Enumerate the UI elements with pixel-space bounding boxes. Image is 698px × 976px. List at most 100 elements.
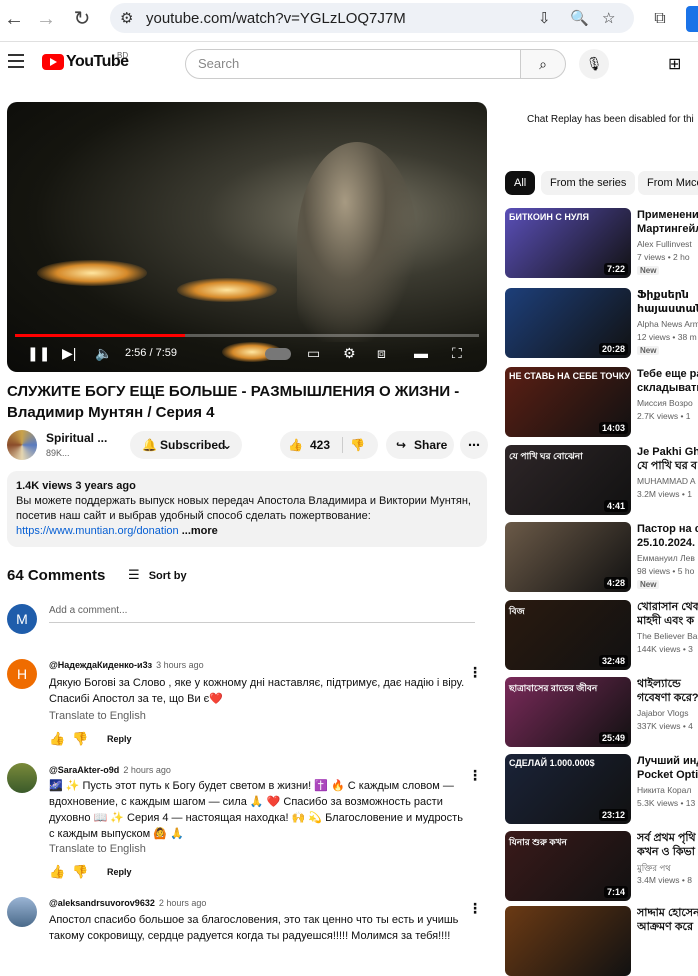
recommendation-item[interactable]: যে পাখি ঘর বোঝেনা 4:41 Je Pakhi Gho যে পাখি… bbox=[505, 445, 698, 515]
search-input[interactable]: Search bbox=[185, 49, 521, 79]
back-icon[interactable]: ← bbox=[2, 7, 26, 31]
comment-author[interactable]: @aleksandrsuvorov9632 2 hours ago bbox=[49, 898, 206, 908]
video-thumbnail[interactable]: যিনার শুরু কখন 7:14 bbox=[505, 831, 631, 901]
video-title[interactable]: Ֆիքսերն հայաստանի bbox=[637, 288, 698, 316]
video-thumbnail[interactable]: 20:28 bbox=[505, 288, 631, 358]
video-channel[interactable]: মুক্তির পথ bbox=[637, 862, 698, 876]
menu-icon[interactable] bbox=[8, 54, 24, 68]
theater-mode-icon[interactable]: ▬ bbox=[414, 345, 428, 361]
next-icon[interactable]: ▶| bbox=[62, 345, 76, 362]
subtitles-icon[interactable]: ▭ bbox=[307, 345, 320, 362]
create-icon[interactable]: ⊞ bbox=[668, 54, 681, 74]
site-info-icon[interactable]: ⚙ bbox=[120, 9, 133, 27]
address-bar[interactable]: ⚙ youtube.com/watch?v=YGLzLOQ7J7M ⇩ 🔍 ☆ bbox=[110, 3, 634, 33]
comment-more-icon[interactable]: ⋮ bbox=[468, 900, 482, 917]
reply-button[interactable]: Reply bbox=[107, 734, 132, 744]
share-button[interactable]: ↪ Share bbox=[386, 431, 454, 459]
dislike-icon[interactable]: 👎 bbox=[350, 431, 365, 459]
comment-author[interactable]: @НадеждаКиденко-и3з 3 hours ago bbox=[49, 660, 204, 670]
translate-link[interactable]: Translate to English bbox=[49, 843, 146, 855]
translate-link[interactable]: Translate to English bbox=[49, 710, 146, 722]
user-avatar[interactable]: M bbox=[7, 604, 37, 634]
add-comment-input[interactable]: Add a comment... bbox=[49, 605, 475, 623]
more-actions-button[interactable]: ⋯ bbox=[460, 431, 488, 459]
comment-avatar[interactable] bbox=[7, 763, 37, 793]
video-channel[interactable]: Еммануил Лев bbox=[637, 553, 698, 563]
comment-avatar[interactable]: H bbox=[7, 659, 37, 689]
comment-dislike-icon[interactable]: 👎 bbox=[72, 864, 88, 880]
video-thumbnail[interactable]: 4:28 bbox=[505, 522, 631, 592]
description-box[interactable]: 1.4K views 3 years ago Вы можете поддерж… bbox=[7, 471, 487, 547]
pause-icon[interactable]: ❚❚ bbox=[27, 345, 50, 362]
video-title[interactable]: সর্ব প্রথম পৃথি কখন ও কিভা bbox=[637, 831, 698, 859]
recommendation-item[interactable]: 4:28 Пастор на св 25.10.2024. Еммануил Лев 9… bbox=[505, 522, 698, 592]
search-button[interactable]: ⌕ bbox=[520, 49, 566, 79]
sort-by-button[interactable]: ☰ Sort by bbox=[128, 567, 187, 583]
video-title[interactable]: থাইল্যান্ডে গবেষণা করে? bbox=[637, 677, 698, 705]
video-thumbnail[interactable]: СДЕЛАЙ 1.000.000$ 23:12 bbox=[505, 754, 631, 824]
recommendation-item[interactable]: বিজ 32:48 খোরাসান থেক মাহদী এবং ক The Believ… bbox=[505, 600, 698, 670]
comment-dislike-icon[interactable]: 👎 bbox=[72, 731, 88, 747]
video-title[interactable]: Тебе еще ра складывать bbox=[637, 367, 698, 395]
settings-icon[interactable]: ⚙ bbox=[343, 345, 356, 362]
install-app-icon[interactable]: ⇩ bbox=[538, 9, 551, 27]
video-thumbnail[interactable] bbox=[505, 906, 631, 976]
recommendation-item[interactable]: НЕ СТАВЬ НА СЕБЕ ТОЧКУ 14:03 Тебе еще ра ск… bbox=[505, 367, 698, 437]
volume-icon[interactable]: 🔈 bbox=[95, 345, 112, 362]
video-player[interactable]: ❚❚ ▶| 🔈 2:56 / 7:59 ▭ ⚙ ⧈ ▬ ⛶ bbox=[7, 102, 487, 372]
extensions-icon[interactable]: ⧉ bbox=[648, 7, 672, 31]
chip-from-channel[interactable]: From Мисс bbox=[638, 171, 698, 195]
video-thumbnail[interactable]: БИТКОИН С НУЛЯ 7:22 bbox=[505, 208, 631, 278]
bookmark-star-icon[interactable]: ☆ bbox=[602, 9, 615, 27]
like-icon[interactable]: 👍 bbox=[288, 431, 303, 459]
forward-icon[interactable]: → bbox=[34, 7, 58, 31]
video-channel[interactable]: The Believer Ba bbox=[637, 631, 698, 641]
video-channel[interactable]: Миссия Возро bbox=[637, 398, 698, 408]
more-link[interactable]: ...more bbox=[182, 525, 218, 537]
recommendation-item[interactable]: СДЕЛАЙ 1.000.000$ 23:12 Лучший инд Pocket O… bbox=[505, 754, 698, 824]
video-title[interactable]: খোরাসান থেক মাহদী এবং ক bbox=[637, 600, 698, 628]
comment-avatar[interactable] bbox=[7, 897, 37, 927]
subscribed-button[interactable]: 🔔 Subscribed ⌄ bbox=[130, 431, 242, 459]
video-channel[interactable]: Alpha News Arm bbox=[637, 319, 698, 329]
like-count[interactable]: 423 bbox=[310, 431, 330, 459]
video-channel[interactable]: Никита Корал bbox=[637, 785, 698, 795]
video-thumbnail[interactable]: বিজ 32:48 bbox=[505, 600, 631, 670]
reply-button[interactable]: Reply bbox=[107, 867, 132, 877]
chip-all[interactable]: All bbox=[505, 171, 536, 195]
recommendation-item[interactable]: БИТКОИН С НУЛЯ 7:22 Применение Мартингейл Al… bbox=[505, 208, 698, 278]
reload-icon[interactable]: ↻ bbox=[70, 7, 94, 31]
video-channel[interactable]: Jajabor Vlogs bbox=[637, 708, 698, 718]
donation-link[interactable]: https://www.muntian.org/donation bbox=[16, 525, 179, 537]
channel-name[interactable]: Spiritual ... bbox=[46, 431, 107, 445]
video-channel[interactable]: Alex Fullinvest bbox=[637, 239, 698, 249]
video-title[interactable]: Пастор на св 25.10.2024. bbox=[637, 522, 698, 550]
comment-more-icon[interactable]: ⋮ bbox=[468, 767, 482, 784]
chip-from-series[interactable]: From the series bbox=[541, 171, 636, 195]
video-thumbnail[interactable]: НЕ СТАВЬ НА СЕБЕ ТОЧКУ 14:03 bbox=[505, 367, 631, 437]
mic-icon[interactable]: 🎙 bbox=[579, 49, 609, 79]
channel-avatar[interactable] bbox=[7, 430, 37, 460]
video-channel[interactable]: MUHAMMAD A bbox=[637, 476, 698, 486]
video-title[interactable]: Je Pakhi Gho যে পাখি ঘর ব bbox=[637, 445, 698, 473]
comment-more-icon[interactable]: ⋮ bbox=[468, 664, 482, 681]
comment-like-icon[interactable]: 👍 bbox=[49, 731, 65, 747]
video-thumbnail[interactable]: যে পাখি ঘর বোঝেনা 4:41 bbox=[505, 445, 631, 515]
video-title[interactable]: Применение Мартингейл bbox=[637, 208, 698, 236]
autoplay-toggle[interactable] bbox=[265, 348, 291, 360]
miniplayer-icon[interactable]: ⧈ bbox=[377, 345, 386, 362]
recommendation-item[interactable]: 20:28 Ֆիքսերն հայաստանի Alpha News Arm 12 vi… bbox=[505, 288, 698, 358]
fullscreen-icon[interactable]: ⛶ bbox=[452, 345, 462, 362]
recommendation-item[interactable]: ছাত্রাবাসের রাতের জীবন 25:49 থাইল্যান্ডে গব… bbox=[505, 677, 698, 747]
video-thumbnail[interactable]: ছাত্রাবাসের রাতের জীবন 25:49 bbox=[505, 677, 631, 747]
youtube-logo-icon[interactable] bbox=[42, 54, 64, 70]
profile-edge[interactable] bbox=[686, 6, 698, 32]
video-title[interactable]: Лучший инд Pocket Optio bbox=[637, 754, 698, 782]
zoom-icon[interactable]: 🔍 bbox=[570, 9, 589, 27]
recommendation-item[interactable]: সাদ্দাম হোসেন আক্রমণ করে bbox=[505, 906, 698, 976]
comment-author[interactable]: @SaraAkter-o9d 2 hours ago bbox=[49, 765, 171, 775]
recommendation-item[interactable]: যিনার শুরু কখন 7:14 সর্ব প্রথম পৃথি কখন ও ক… bbox=[505, 831, 698, 901]
video-title[interactable]: সাদ্দাম হোসেন আক্রমণ করে bbox=[637, 906, 698, 934]
comment-like-icon[interactable]: 👍 bbox=[49, 864, 65, 880]
progress-bar[interactable] bbox=[15, 334, 479, 337]
